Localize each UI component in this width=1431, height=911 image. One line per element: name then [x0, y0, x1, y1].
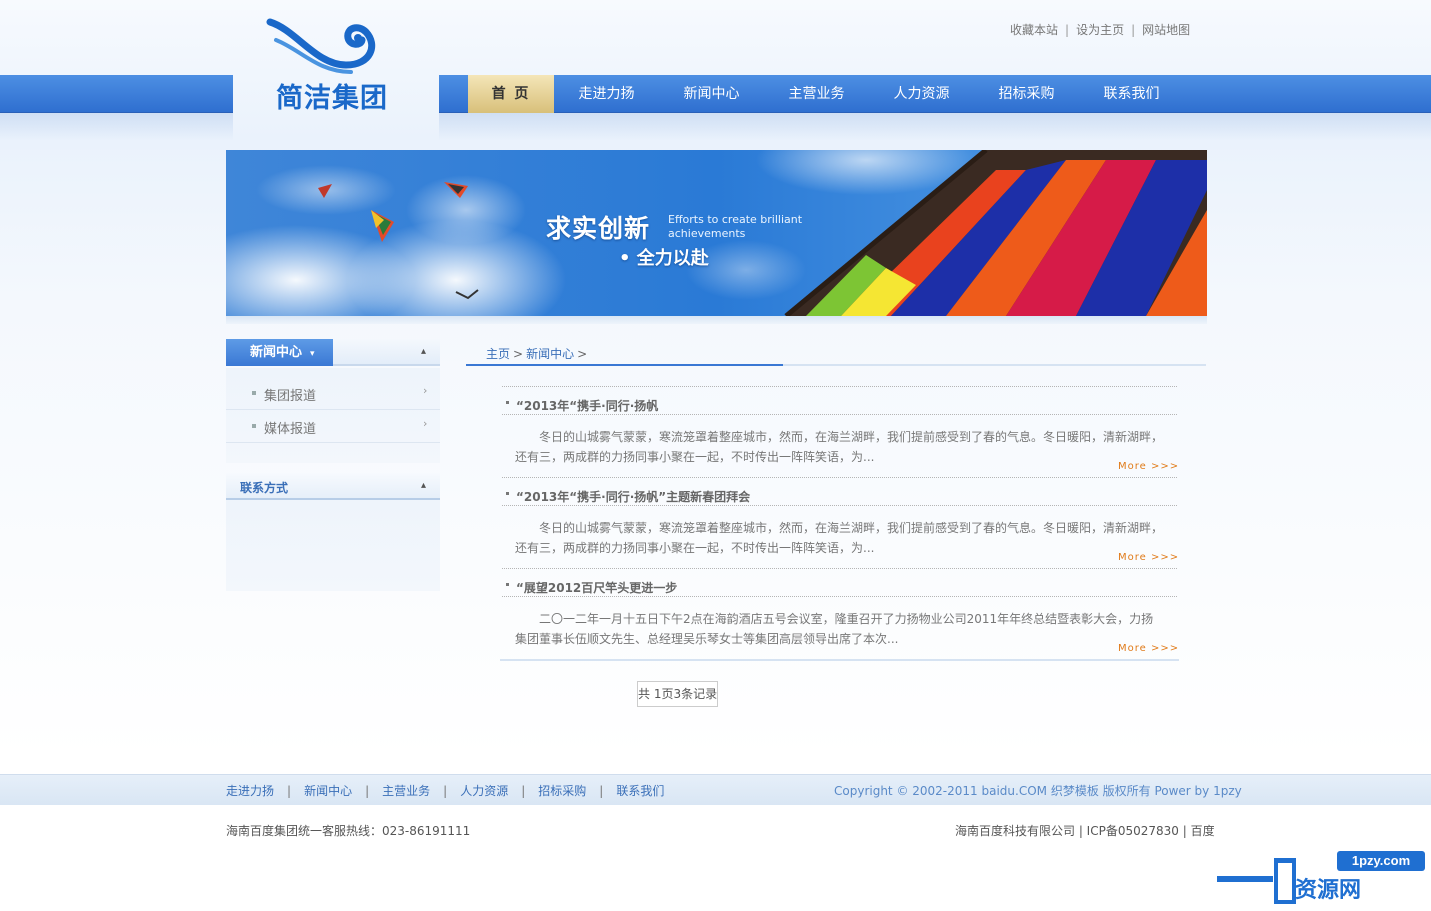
footer-link-procurement[interactable]: 招标采购 [538, 784, 586, 798]
sidebar-item-label: 集团报道 [264, 389, 317, 404]
sidebar-item-label: 媒体报道 [264, 422, 317, 437]
watermark-name: 资源网 [1295, 878, 1362, 903]
watermark-logo-icon [1217, 876, 1273, 882]
breadcrumb-separator: > [577, 347, 588, 361]
nav-item-home[interactable]: 首 页 [468, 75, 554, 113]
footer-link-hr[interactable]: 人力资源 [460, 784, 508, 798]
banner-shadow [226, 316, 1207, 324]
watermark-logo-icon [1274, 858, 1296, 904]
watermark-domain: 1pzy.com [1337, 851, 1425, 871]
article-title[interactable]: “2013年“携手·同行·扬帆”主题新春团拜会 [516, 488, 750, 505]
chevron-right-icon: › [423, 417, 428, 430]
separator: | [365, 784, 370, 798]
top-links: 收藏本站 | 设为主页 | 网站地图 [1010, 21, 1190, 38]
company-info: 海南百度科技有限公司 | ICP备05027830 | 百度 [955, 824, 1215, 838]
divider [502, 386, 1177, 387]
banner-subslogan: • 全力以赴 [619, 248, 709, 269]
nav-bar-left [0, 75, 233, 113]
article-title[interactable]: “2013年“携手·同行·扬帆 [516, 397, 658, 414]
divider [500, 659, 1179, 661]
bullet-icon [252, 424, 256, 428]
nav-item-contact[interactable]: 联系我们 [1079, 75, 1184, 113]
nav-item-business[interactable]: 主营业务 [764, 75, 869, 113]
bullet-icon [506, 401, 509, 404]
logo-text: 简洁集团 [276, 83, 388, 114]
footer-links: 走进力扬 | 新闻中心 | 主营业务 | 人力资源 | 招标采购 | 联系我们 [226, 782, 664, 799]
sitemap-link[interactable]: 网站地图 [1142, 23, 1190, 37]
contact-title[interactable]: 联系方式 [240, 479, 288, 496]
article-summary: 二〇一二年一月十五日下午2点在海韵酒店五号会议室，隆重召开了力扬物业公司2011… [515, 612, 1154, 646]
sidebar-item-media-news[interactable]: 媒体报道 › [226, 410, 440, 443]
pagination-info: 共 1页3条记录 [637, 681, 718, 707]
footer-link-news[interactable]: 新闻中心 [304, 784, 352, 798]
divider [502, 568, 1177, 569]
hotline-text: 海南百度集团统一客服热线：023-86191111 [226, 824, 471, 838]
nav-item-news[interactable]: 新闻中心 [659, 75, 764, 113]
separator: | [287, 784, 292, 798]
bookmark-link[interactable]: 收藏本站 [1010, 23, 1058, 37]
divider [502, 414, 1177, 415]
collapse-icon[interactable]: ▴ [421, 480, 426, 491]
separator: | [1131, 23, 1136, 37]
sidebar-title-tab[interactable]: 新闻中心 ▾ [226, 339, 333, 366]
separator: | [443, 784, 448, 798]
more-link[interactable]: More >>> [1118, 552, 1179, 563]
article-summary: 冬日的山城雾气蒙蒙，寒流笼罩着整座城市，然而，在海兰湖畔，我们提前感受到了春的气… [515, 430, 1164, 464]
divider [502, 477, 1177, 478]
bullet-icon [506, 583, 509, 586]
chevron-down-icon: ▾ [310, 349, 315, 359]
separator: | [521, 784, 526, 798]
main-nav: 首 页 走进力扬 新闻中心 主营业务 人力资源 招标采购 联系我们 [468, 75, 1184, 113]
sidebar-item-group-news[interactable]: 集团报道 › [226, 377, 440, 410]
copyright-text: Copyright © 2002-2011 baidu.COM 织梦模板 版权所… [834, 784, 1242, 798]
footer-link-business[interactable]: 主营业务 [382, 784, 430, 798]
divider [502, 505, 1177, 506]
breadcrumb: 主页 > 新闻中心 > [486, 345, 590, 362]
nav-item-about[interactable]: 走进力扬 [554, 75, 659, 113]
banner-slogan-english: Efforts to create brilliant achievements [668, 213, 803, 240]
contact-panel [226, 500, 440, 591]
nav-bar-shadow [439, 113, 1431, 141]
nav-bar-shadow [0, 113, 233, 141]
footer-link-contact[interactable]: 联系我们 [616, 784, 664, 798]
article-summary: 冬日的山城雾气蒙蒙，寒流笼罩着整座城市，然而，在海兰湖畔，我们提前感受到了春的气… [515, 521, 1164, 555]
bullet-icon [506, 492, 509, 495]
separator: | [1065, 23, 1070, 37]
breadcrumb-home[interactable]: 主页 [486, 347, 510, 361]
article-title[interactable]: “展望2012百尺竿头更进一步 [516, 579, 677, 596]
sidebar-title: 新闻中心 [250, 345, 303, 360]
divider-accent [466, 364, 783, 366]
separator: | [599, 784, 604, 798]
chevron-right-icon: › [423, 384, 428, 397]
nav-item-hr[interactable]: 人力资源 [869, 75, 974, 113]
breadcrumb-section[interactable]: 新闻中心 [526, 347, 574, 361]
divider [502, 596, 1177, 597]
breadcrumb-separator: > [513, 347, 524, 361]
collapse-icon[interactable]: ▴ [421, 346, 426, 357]
footer-link-about[interactable]: 走进力扬 [226, 784, 274, 798]
banner-slogan: 求实创新 [546, 214, 651, 243]
more-link[interactable]: More >>> [1118, 461, 1179, 472]
nav-item-procurement[interactable]: 招标采购 [974, 75, 1079, 113]
bullet-icon [252, 391, 256, 395]
more-link[interactable]: More >>> [1118, 643, 1179, 654]
set-homepage-link[interactable]: 设为主页 [1076, 23, 1124, 37]
